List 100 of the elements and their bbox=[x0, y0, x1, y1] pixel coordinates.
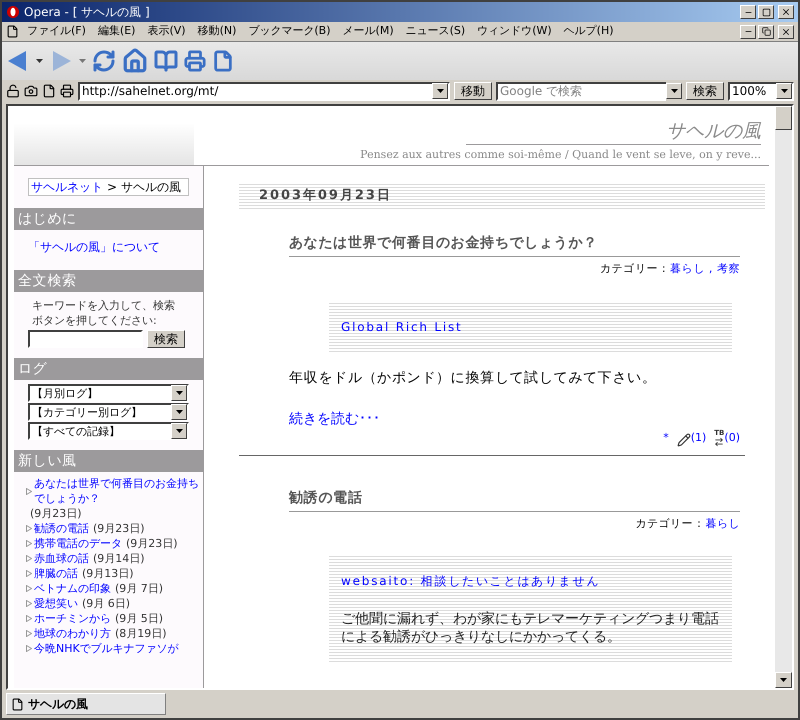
entry-date: (9月 6日) bbox=[82, 596, 130, 611]
quote-link[interactable]: websaito: 相談したいことはありません bbox=[341, 572, 720, 590]
category-label: カテゴリー : bbox=[635, 516, 702, 532]
date-heading: 2003年09月23日 bbox=[239, 182, 765, 209]
breadcrumb-separator: > bbox=[107, 179, 118, 195]
entry-link[interactable]: ホーチミンから bbox=[34, 611, 111, 626]
section-heading: 全文検索 bbox=[14, 270, 203, 292]
minimize-button[interactable] bbox=[740, 24, 756, 38]
menu-item[interactable]: ブックマーク(B) bbox=[248, 23, 331, 40]
entry-link[interactable]: 愛想笑い bbox=[34, 596, 78, 611]
close-button[interactable] bbox=[778, 5, 794, 19]
menu-item[interactable]: ヘルプ(H) bbox=[564, 23, 614, 40]
log-dropdown[interactable]: 【月別ログ】 bbox=[28, 384, 189, 402]
zoom-dropdown[interactable]: 100% bbox=[728, 82, 794, 100]
post-title: 勧誘の電話 bbox=[289, 488, 740, 512]
dropdown-caret-icon[interactable] bbox=[36, 59, 43, 63]
trackbacks-link[interactable]: (0) bbox=[724, 430, 740, 446]
print-icon[interactable] bbox=[60, 84, 74, 98]
entry-date: (9月23日) bbox=[93, 521, 145, 536]
tab-label: サヘルの風 bbox=[28, 696, 88, 713]
category-label: カテゴリー : bbox=[600, 261, 666, 277]
web-search-button[interactable]: 検索 bbox=[686, 82, 724, 100]
menu-item[interactable]: ファイル(F) bbox=[27, 23, 86, 40]
entry-link[interactable]: ベトナムの印象 bbox=[34, 581, 111, 596]
entry-link[interactable]: 今晩NHKでブルキナファソが bbox=[34, 641, 179, 656]
post-body: 年収をドル（かポンド）に換算して試してみて下さい。 bbox=[289, 368, 658, 388]
go-button[interactable]: 移動 bbox=[454, 82, 492, 100]
scrollbar[interactable] bbox=[775, 106, 792, 688]
breadcrumb-current: サヘルの風 bbox=[121, 179, 182, 195]
section-heading: はじめに bbox=[14, 208, 203, 230]
entry-link[interactable]: 赤血球の話 bbox=[34, 551, 89, 566]
site-title: サヘルの風 bbox=[466, 120, 761, 144]
log-dropdown[interactable]: 【カテゴリー別ログ】 bbox=[28, 403, 189, 421]
quote-text: ご他聞に漏れず、わが家にもテレマーケティングつまり電話による勧誘がひっきりなしにかかってくる。 bbox=[341, 610, 720, 646]
entry-date: (9月14日) bbox=[93, 551, 145, 566]
menu-item[interactable]: 編集(E) bbox=[98, 23, 136, 40]
page-icon[interactable] bbox=[42, 84, 56, 98]
web-search-field[interactable]: Google で検索 bbox=[496, 82, 666, 100]
restore-button[interactable] bbox=[758, 24, 774, 38]
read-more-link[interactable]: 続きを読む･･･ bbox=[289, 408, 740, 430]
reload-icon[interactable] bbox=[92, 49, 116, 73]
section-heading: ログ bbox=[14, 358, 203, 380]
down-arrow-icon bbox=[780, 678, 787, 682]
lock-icon[interactable] bbox=[6, 84, 20, 98]
page-tab[interactable]: サヘルの風 bbox=[6, 693, 166, 715]
entry-link[interactable]: 地球のわかり方 bbox=[34, 626, 111, 641]
comments-link[interactable]: (1) bbox=[690, 430, 706, 446]
browser-logo-icon bbox=[6, 5, 20, 19]
bullet-icon bbox=[26, 645, 32, 652]
address-field[interactable]: http://sahelnet.org/mt/ bbox=[78, 82, 450, 100]
category-separator: , bbox=[708, 261, 713, 277]
scroll-down-button[interactable] bbox=[775, 672, 792, 688]
category-link[interactable]: 考察 bbox=[716, 261, 740, 278]
camera-icon[interactable] bbox=[24, 84, 38, 98]
bullet-icon bbox=[26, 600, 32, 607]
minimize-button[interactable] bbox=[740, 5, 756, 19]
log-dropdown[interactable]: 【すべての記録】 bbox=[28, 422, 189, 440]
site-tagline: Pensez aux autres comme soi-même / Quand le vent se leve, on y reve... bbox=[360, 146, 761, 162]
sidebar-link[interactable]: 「サヘルの風」について bbox=[28, 238, 189, 256]
entry-date: (9月23日) bbox=[30, 506, 82, 521]
post-title: あなたは世界で何番目のお金持ちでしょうか？ bbox=[289, 233, 740, 257]
entry-date: (9月13日) bbox=[82, 566, 134, 581]
section-heading: 新しい風 bbox=[14, 450, 203, 472]
scroll-thumb[interactable] bbox=[775, 106, 792, 130]
entry-link[interactable]: 脾臓の話 bbox=[34, 566, 78, 581]
category-link[interactable]: 暮らし bbox=[705, 516, 740, 532]
close-icon bbox=[781, 26, 791, 36]
menu-item[interactable]: 移動(N) bbox=[198, 23, 236, 40]
bullet-icon bbox=[26, 525, 32, 532]
entry-link[interactable]: あなたは世界で何番目のお金持ちでしょうか？ bbox=[34, 476, 199, 506]
quote-link[interactable]: Global Rich List bbox=[341, 318, 720, 336]
search-button[interactable]: 検索 bbox=[147, 330, 185, 348]
entry-link[interactable]: 勧誘の電話 bbox=[34, 521, 89, 536]
bullet-icon bbox=[26, 630, 32, 637]
book-icon[interactable] bbox=[154, 49, 178, 73]
bullet-icon bbox=[26, 488, 32, 494]
page-icon bbox=[11, 698, 24, 710]
bullet-icon bbox=[26, 585, 32, 592]
maximize-icon bbox=[762, 8, 770, 16]
close-button[interactable] bbox=[778, 24, 794, 38]
bullet-icon bbox=[26, 555, 32, 562]
search-input[interactable] bbox=[28, 330, 143, 348]
breadcrumb-link[interactable]: サヘルネット bbox=[31, 179, 103, 195]
bullet-icon bbox=[26, 615, 32, 622]
category-link[interactable]: 暮らし bbox=[670, 261, 705, 278]
entry-date: (9月23日) bbox=[126, 536, 178, 551]
home-icon[interactable] bbox=[122, 48, 148, 74]
pencil-icon bbox=[676, 432, 691, 446]
menu-item[interactable]: ニュース(S) bbox=[406, 23, 466, 40]
menu-item[interactable]: 表示(V) bbox=[147, 23, 186, 40]
entry-date: (8月19日) bbox=[115, 626, 167, 641]
bullet-icon bbox=[26, 570, 32, 577]
entry-link[interactable]: 携帯電話のデータ bbox=[34, 536, 122, 551]
permalink[interactable]: * bbox=[663, 430, 669, 446]
close-icon bbox=[781, 7, 791, 17]
window-title: Opera - [ サヘルの風 ] bbox=[24, 4, 151, 21]
maximize-button[interactable] bbox=[758, 5, 774, 19]
menu-item[interactable]: ウィンドウ(W) bbox=[477, 23, 552, 40]
entry-date: (9月 5日) bbox=[115, 611, 164, 626]
menu-item[interactable]: メール(M) bbox=[342, 23, 394, 40]
